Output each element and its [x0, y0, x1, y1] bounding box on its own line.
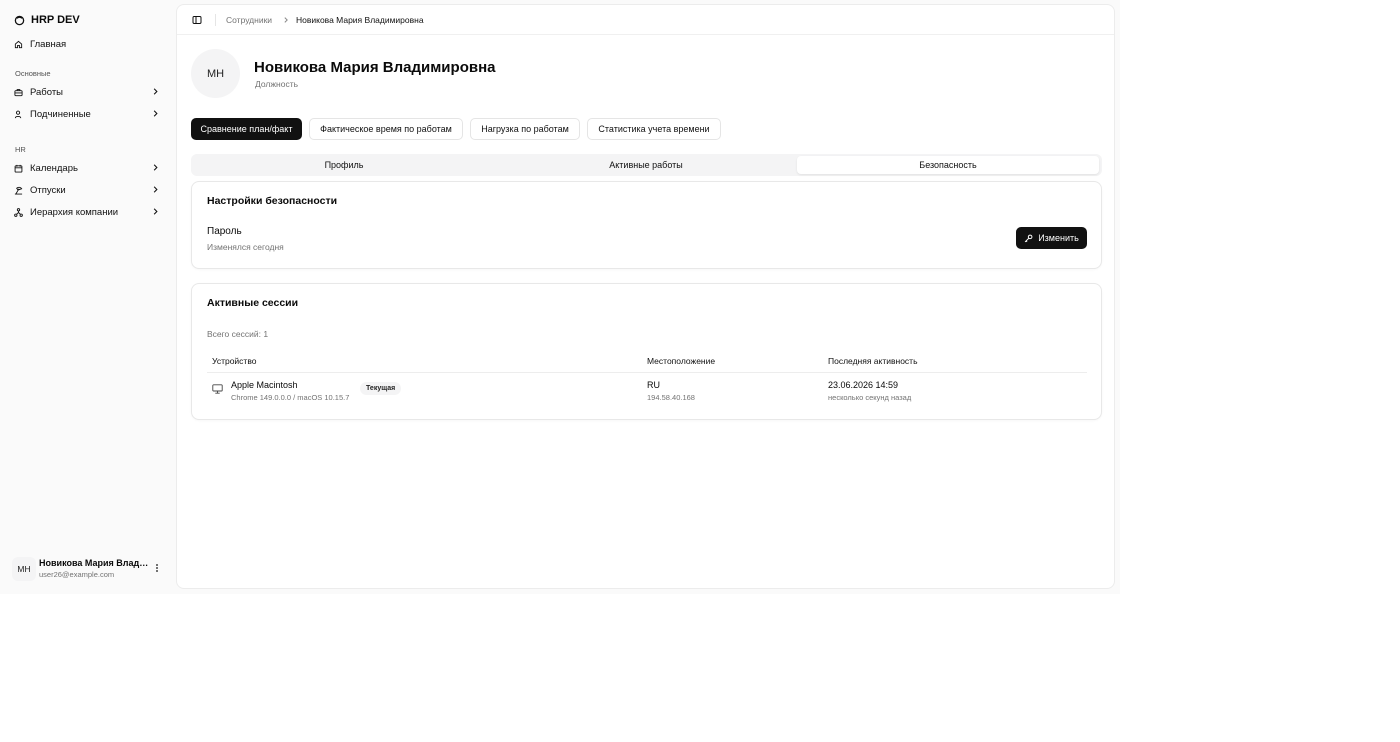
column-location: Местоположение [647, 356, 716, 366]
sidebar-item-label: Подчиненные [30, 108, 91, 120]
employee-avatar: МН [191, 49, 240, 98]
home-icon [14, 40, 23, 48]
sidebar-item-label: Работы [30, 86, 63, 98]
security-title: Настройки безопасности [207, 195, 338, 207]
session-location: RU [647, 380, 660, 390]
avatar: МН [12, 557, 36, 581]
sidebar-item-label: Главная [30, 38, 67, 50]
user-icon [14, 110, 22, 118]
sidebar-item-calendar[interactable]: Календарь [8, 158, 166, 178]
briefcase-icon [14, 88, 23, 96]
divider [215, 14, 216, 26]
password-label: Пароль [207, 226, 242, 237]
calendar-icon [14, 164, 23, 173]
column-device: Устройство [212, 356, 257, 366]
sidebar-item-label: Иерархия компании [30, 206, 119, 218]
sidebar-item-home[interactable]: Главная [8, 34, 166, 54]
breadcrumb-parent[interactable]: Сотрудники [226, 15, 272, 25]
plan-fact-button[interactable]: Сравнение план/факт [191, 118, 302, 140]
page-title: Новикова Мария Владимировна [254, 59, 496, 76]
monitor-icon [212, 384, 223, 394]
breadcrumb-current: Новикова Мария Владимировна [296, 15, 424, 25]
sessions-count: Всего сессий: 1 [207, 329, 269, 339]
chevron-right-icon [153, 88, 158, 95]
chevron-right-icon [284, 17, 288, 23]
session-ip: 194.58.40.168 [647, 393, 695, 402]
user-email: user26@example.com [39, 570, 115, 579]
sidebar-item-vacations[interactable]: Отпуски [8, 180, 166, 200]
time-stats-button[interactable]: Статистика учета времени [587, 118, 721, 140]
sidebar: HRP DEV Главная Основные Работы Подчинен… [0, 0, 174, 594]
sidebar-item-subordinates[interactable]: Подчиненные [8, 104, 166, 124]
employee-position: Должность [255, 79, 299, 89]
active-sessions-card: Активные сессии Всего сессий: 1 Устройст… [191, 283, 1102, 420]
user-name: Новикова Мария Влади... [39, 558, 149, 568]
workload-button[interactable]: Нагрузка по работам [470, 118, 580, 140]
chevron-right-icon [153, 164, 158, 171]
tab-profile[interactable]: Профиль [193, 156, 495, 174]
more-vertical-icon[interactable] [152, 563, 162, 573]
brand-title: HRP DEV [31, 14, 80, 26]
tabs: Профиль Активные работы Безопасность [191, 154, 1102, 176]
chevron-right-icon [153, 186, 158, 193]
password-changed: Изменялся сегодня [207, 242, 284, 252]
session-last-active: 23.06.2026 14:59 [828, 380, 899, 390]
sidebar-item-works[interactable]: Работы [8, 82, 166, 102]
device-details: Chrome 149.0.0.0 / macOS 10.15.7 [231, 393, 350, 402]
chevron-right-icon [153, 208, 158, 215]
sidebar-toggle-icon[interactable] [192, 15, 202, 25]
logo-circle-icon [14, 15, 25, 25]
sidebar-item-hierarchy[interactable]: Иерархия компании [8, 202, 166, 222]
sidebar-user[interactable]: МН Новикова Мария Влади... user26@exampl… [12, 556, 167, 584]
main-content: Сотрудники Новикова Мария Владимировна М… [176, 4, 1115, 589]
tab-active-works[interactable]: Активные работы [495, 156, 797, 174]
status-badge: Текущая [360, 382, 402, 395]
sidebar-item-label: Календарь [30, 162, 78, 174]
device-name: Apple Macintosh [231, 380, 298, 390]
chevron-right-icon [153, 110, 158, 117]
actual-time-button[interactable]: Фактическое время по работам [309, 118, 463, 140]
divider [207, 372, 1087, 373]
tab-security[interactable]: Безопасность [797, 156, 1099, 174]
security-settings-card: Настройки безопасности Пароль Изменялся … [191, 181, 1102, 269]
topbar: Сотрудники Новикова Мария Владимировна [177, 5, 1114, 35]
brand[interactable]: HRP DEV [14, 12, 80, 28]
vacation-icon [14, 186, 23, 195]
column-last-activity: Последняя активность [828, 356, 918, 366]
session-last-active-relative: несколько секунд назад [828, 393, 912, 402]
network-icon [14, 207, 23, 217]
sidebar-item-label: Отпуски [30, 184, 66, 196]
app-shell: HRP DEV Главная Основные Работы Подчинен… [0, 0, 1120, 594]
sessions-title: Активные сессии [207, 297, 299, 309]
change-password-label: Изменить [1038, 233, 1079, 243]
change-password-button[interactable]: Изменить [1016, 227, 1087, 249]
sidebar-group-main: Основные [15, 69, 51, 78]
sidebar-group-hr: HR [15, 145, 26, 154]
key-icon [1024, 234, 1033, 242]
